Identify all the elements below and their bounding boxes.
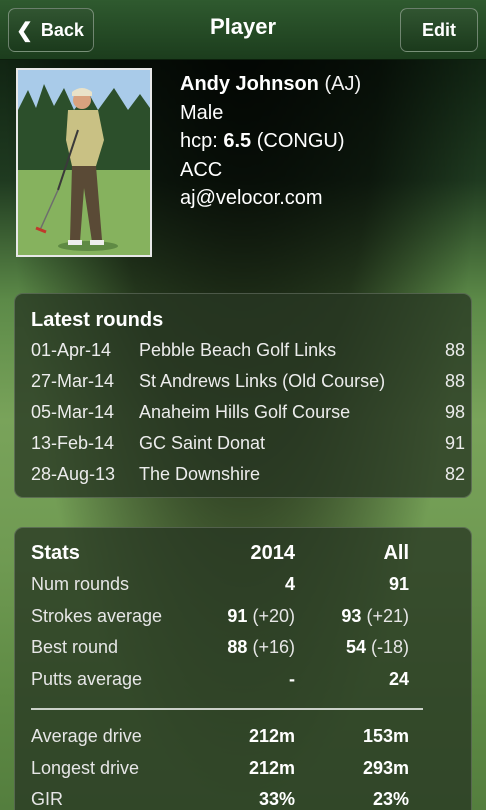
stats-col-all-header: All	[383, 542, 409, 564]
round-course: Pebble Beach Golf Links	[139, 340, 337, 360]
round-score: 88	[444, 340, 465, 360]
stat-main: 93	[341, 606, 362, 626]
stats-col-2014-header: 2014	[250, 542, 296, 564]
stat-value-2014: 33%	[258, 789, 295, 809]
stat-row-longest-drive: Longest drive 212m 293m	[15, 758, 473, 789]
round-row[interactable]: 05-Mar-14 Anaheim Hills Golf Course 98	[15, 402, 473, 433]
round-row[interactable]: 01-Apr-14 Pebble Beach Golf Links 88	[15, 340, 473, 371]
stat-row-putts-average: Putts average - 24	[15, 669, 473, 700]
round-course: GC Saint Donat	[139, 433, 266, 453]
stat-value-all: 54 (-18)	[346, 637, 409, 658]
latest-rounds-title: Latest rounds	[31, 309, 164, 331]
stat-value-2014: 88 (+16)	[227, 637, 295, 658]
stat-label: Longest drive	[31, 758, 140, 778]
stat-extra: (+21)	[366, 606, 409, 626]
stat-row-average-drive: Average drive 212m 153m	[15, 726, 473, 757]
stat-main: 54	[345, 637, 366, 657]
round-date: 05-Mar-14	[31, 402, 115, 422]
round-course: St Andrews Links (Old Course)	[139, 371, 386, 391]
round-score: 88	[444, 371, 465, 391]
round-date: 28-Aug-13	[31, 464, 116, 484]
stat-extra: (+16)	[252, 637, 295, 657]
hcp-value: 6.5	[223, 130, 252, 152]
round-course: The Downshire	[139, 464, 261, 484]
player-name: Andy Johnson	[180, 73, 319, 95]
round-score: 82	[444, 464, 465, 484]
stat-value-all: 91	[389, 574, 409, 595]
stat-value-all: 293m	[362, 758, 409, 778]
stat-value-2014: 4	[285, 574, 295, 595]
stat-main: 91	[388, 574, 409, 594]
stat-value-all: 23%	[372, 789, 409, 809]
stats-divider	[31, 708, 423, 710]
player-handicap: hcp: 6.5 (CONGU)	[180, 127, 361, 156]
stat-value-2014: 212m	[248, 726, 295, 746]
round-date: 27-Mar-14	[31, 371, 115, 391]
stat-main: 88	[227, 637, 248, 657]
stat-label: Average drive	[31, 726, 142, 746]
player-email[interactable]: aj@velocor.com	[180, 184, 361, 213]
stat-value-all: 24	[389, 669, 409, 690]
stat-main: 91	[227, 606, 248, 626]
round-score: 98	[444, 402, 465, 422]
stats-card: Stats 2014 All Num rounds 4 91 Strokes a…	[14, 527, 472, 810]
round-row[interactable]: 27-Mar-14 St Andrews Links (Old Course) …	[15, 371, 473, 402]
stat-label: Best round	[31, 637, 119, 657]
round-row[interactable]: 28-Aug-13 The Downshire 82	[15, 464, 473, 495]
round-score: 91	[444, 433, 465, 453]
round-row[interactable]: 13-Feb-14 GC Saint Donat 91	[15, 433, 473, 464]
stat-value-all: 93 (+21)	[341, 606, 409, 627]
player-photo	[16, 68, 152, 257]
latest-rounds-card: Latest rounds 01-Apr-14 Pebble Beach Gol…	[14, 293, 472, 498]
stat-row-best-round: Best round 88 (+16) 54 (-18)	[15, 637, 473, 668]
stat-main: 24	[388, 669, 409, 689]
round-course: Anaheim Hills Golf Course	[139, 402, 351, 422]
hcp-system: (CONGU)	[256, 130, 345, 152]
stat-value-all: 153m	[362, 726, 409, 746]
stat-row-num-rounds: Num rounds 4 91	[15, 574, 473, 605]
stat-label: GIR	[31, 789, 64, 809]
round-date: 01-Apr-14	[31, 340, 112, 360]
stat-label: Putts average	[31, 669, 143, 689]
stat-extra: (-18)	[370, 637, 409, 657]
stat-row-strokes-average: Strokes average 91 (+20) 93 (+21)	[15, 606, 473, 637]
stat-value-2014: -	[289, 669, 295, 690]
player-initials: (AJ)	[324, 73, 362, 95]
stat-value-2014: 91 (+20)	[227, 606, 295, 627]
edit-button[interactable]: Edit	[400, 8, 478, 52]
stat-main: -	[289, 669, 295, 689]
stat-extra: (+20)	[252, 606, 295, 626]
player-gender: Male	[180, 101, 224, 124]
golfer-illustration	[18, 70, 150, 255]
stats-header-row: Stats 2014 All	[15, 542, 473, 573]
stat-label: Num rounds	[31, 574, 130, 594]
stat-row-gir: GIR 33% 23%	[15, 789, 473, 810]
stats-title: Stats	[31, 542, 80, 564]
stat-main: 4	[284, 574, 295, 594]
round-date: 13-Feb-14	[31, 433, 115, 453]
stat-value-2014: 212m	[248, 758, 295, 778]
player-club: ACC	[180, 158, 223, 181]
player-name-line: Andy Johnson (AJ)	[180, 70, 361, 99]
stat-label: Strokes average	[31, 606, 163, 626]
top-bar: ❮ Back Player Edit	[0, 0, 486, 60]
hcp-label: hcp:	[180, 130, 218, 152]
player-info: Andy Johnson (AJ) Male hcp: 6.5 (CONGU) …	[180, 70, 361, 213]
